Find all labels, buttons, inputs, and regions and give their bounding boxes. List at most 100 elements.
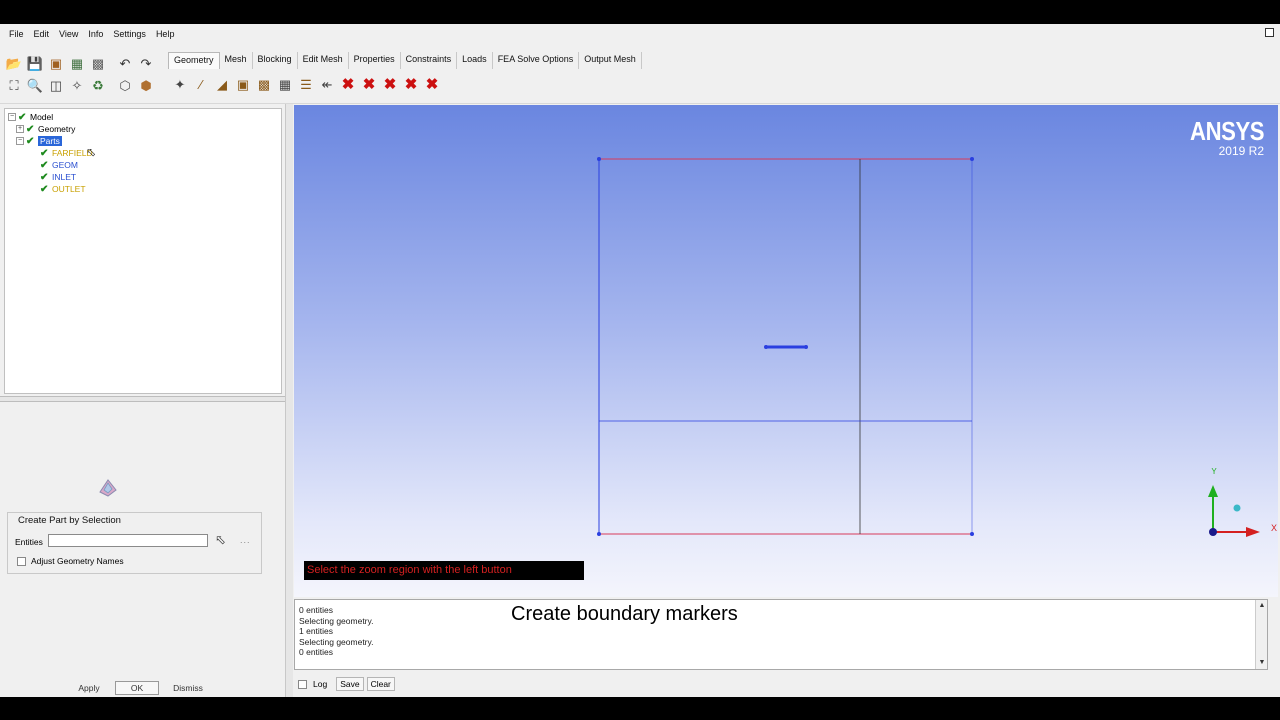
checkmark-icon[interactable]: ✔ <box>40 160 49 170</box>
solid-button[interactable]: ⬢ <box>136 75 156 95</box>
tab-blocking[interactable]: Blocking <box>253 52 298 69</box>
create-surface-button[interactable]: ◢ <box>212 74 232 94</box>
redo-button[interactable]: ↷ <box>136 53 156 73</box>
corner-point[interactable] <box>970 532 974 536</box>
tree-node-outlet[interactable]: ✔ OUTLET <box>40 183 86 195</box>
axis-triad: Y X <box>1208 467 1277 537</box>
undo-button[interactable]: ↶ <box>115 53 135 73</box>
scroll-down-icon[interactable]: ▼ <box>1257 658 1267 668</box>
geometry-drawing: Y X <box>597 157 1277 537</box>
checkmark-icon[interactable]: ✔ <box>18 112 27 122</box>
tree-node-model[interactable]: − ✔ Model <box>8 111 53 123</box>
tree-node-geometry[interactable]: + ✔ Geometry <box>16 123 75 135</box>
tree-label-outlet: OUTLET <box>52 184 86 194</box>
wireframe-button[interactable]: ⬡ <box>115 75 135 95</box>
more-options-icon[interactable]: ... <box>240 535 251 545</box>
open-project-button[interactable]: 📂 <box>4 53 24 73</box>
ok-button[interactable]: OK <box>115 681 159 695</box>
tree-node-parts[interactable]: − ✔ Parts <box>16 135 62 147</box>
checkmark-icon[interactable]: ✔ <box>26 124 35 134</box>
open-mesh-button[interactable]: ▦ <box>67 53 87 73</box>
window-restore-icon[interactable] <box>1265 28 1274 37</box>
checkmark-icon[interactable]: ✔ <box>26 136 35 146</box>
graphics-viewport[interactable]: Y X ANSYS 2019 R2 Select the zoom region… <box>294 105 1278 597</box>
select-entities-icon[interactable]: ⬁ <box>215 532 226 548</box>
adjust-geometry-names-checkbox[interactable] <box>17 557 26 566</box>
tab-edit-mesh[interactable]: Edit Mesh <box>298 52 349 69</box>
delete-curve-icon: ✖ <box>362 75 376 93</box>
undo-icon: ↶ <box>119 55 131 71</box>
menu-help[interactable]: Help <box>151 29 180 39</box>
tree-node-farfield[interactable]: ✔ FARFIELD <box>40 147 93 159</box>
tree-label-model: Model <box>30 112 54 122</box>
message-scrollbar[interactable]: ▲ ▼ <box>1255 600 1267 669</box>
menu-info[interactable]: Info <box>83 29 108 39</box>
restore-dormant-button[interactable]: ↞ <box>317 74 337 94</box>
open-blocking-button[interactable]: ▩ <box>88 53 108 73</box>
menu-edit[interactable]: Edit <box>29 29 55 39</box>
save-project-button[interactable]: 💾 <box>25 53 45 73</box>
create-curve-button[interactable]: ∕ <box>191 74 211 94</box>
tab-fea-solve-options[interactable]: FEA Solve Options <box>493 52 580 69</box>
delete-curve-button[interactable]: ✖ <box>359 74 379 94</box>
redo-icon: ↷ <box>140 55 152 71</box>
airfoil-point[interactable] <box>764 345 768 349</box>
zoom-button[interactable]: 🔍 <box>25 75 45 95</box>
collapse-icon[interactable]: − <box>8 113 16 121</box>
create-body-button[interactable]: ▣ <box>233 74 253 94</box>
status-message: Select the zoom region with the left but… <box>304 561 584 580</box>
delete-point-button[interactable]: ✖ <box>338 74 358 94</box>
menu-file[interactable]: File <box>4 29 29 39</box>
corner-point[interactable] <box>970 157 974 161</box>
create-faceted-button[interactable]: ▩ <box>254 74 274 94</box>
vertical-splitter[interactable] <box>285 104 293 697</box>
expand-icon[interactable]: + <box>16 125 24 133</box>
dismiss-button[interactable]: Dismiss <box>168 681 208 695</box>
create-point-button[interactable]: ✦ <box>170 74 190 94</box>
z-axis-marker <box>1233 504 1241 512</box>
entities-input[interactable] <box>48 534 208 547</box>
checkmark-icon[interactable]: ✔ <box>40 172 49 182</box>
mesh-folder-icon: ▦ <box>70 55 84 71</box>
delete-body-button[interactable]: ✖ <box>401 74 421 94</box>
tree-label-parts: Parts <box>38 136 62 146</box>
video-caption: Create boundary markers <box>511 603 738 625</box>
checkmark-icon[interactable]: ✔ <box>40 184 49 194</box>
delete-any-entity-button[interactable]: ✖ <box>422 74 442 94</box>
tab-output-mesh[interactable]: Output Mesh <box>579 52 642 69</box>
checkmark-icon[interactable]: ✔ <box>40 148 49 158</box>
measure-icon: ◫ <box>49 77 63 93</box>
tab-mesh[interactable]: Mesh <box>220 52 253 69</box>
corner-point[interactable] <box>597 532 601 536</box>
axis-origin <box>1209 528 1217 536</box>
repair-geometry-button[interactable]: ▦ <box>275 74 295 94</box>
zoom-icon: 🔍 <box>26 77 44 93</box>
tree-node-geom[interactable]: ✔ GEOM <box>40 159 78 171</box>
tab-geometry[interactable]: Geometry <box>168 52 220 69</box>
create-faceted-icon: ▩ <box>257 76 271 92</box>
log-checkbox[interactable] <box>298 679 307 689</box>
tab-constraints[interactable]: Constraints <box>401 52 458 69</box>
menu-settings[interactable]: Settings <box>108 29 151 39</box>
transform-geometry-button[interactable]: ☰ <box>296 74 316 94</box>
fit-window-button[interactable]: ⛶ <box>4 75 24 95</box>
scroll-up-icon[interactable]: ▲ <box>1257 601 1267 611</box>
open-geometry-button[interactable]: ▣ <box>46 53 66 73</box>
coordinate-button[interactable]: ✧ <box>67 75 87 95</box>
repair-geometry-icon: ▦ <box>278 76 292 92</box>
tree-node-inlet[interactable]: ✔ INLET <box>40 171 76 183</box>
tab-loads[interactable]: Loads <box>457 52 493 69</box>
measure-button[interactable]: ◫ <box>46 75 66 95</box>
apply-button[interactable]: Apply <box>72 681 106 695</box>
clear-log-button[interactable]: Clear <box>366 677 395 691</box>
message-line: Selecting geometry. <box>299 615 374 626</box>
corner-point[interactable] <box>597 157 601 161</box>
tab-properties[interactable]: Properties <box>349 52 401 69</box>
airfoil-point[interactable] <box>804 345 808 349</box>
panel-splitter[interactable] <box>0 396 285 402</box>
save-log-button[interactable]: Save <box>336 677 364 691</box>
collapse-icon[interactable]: − <box>16 137 24 145</box>
menu-view[interactable]: View <box>54 29 83 39</box>
refresh-button[interactable]: ♻ <box>88 75 108 95</box>
delete-surface-button[interactable]: ✖ <box>380 74 400 94</box>
